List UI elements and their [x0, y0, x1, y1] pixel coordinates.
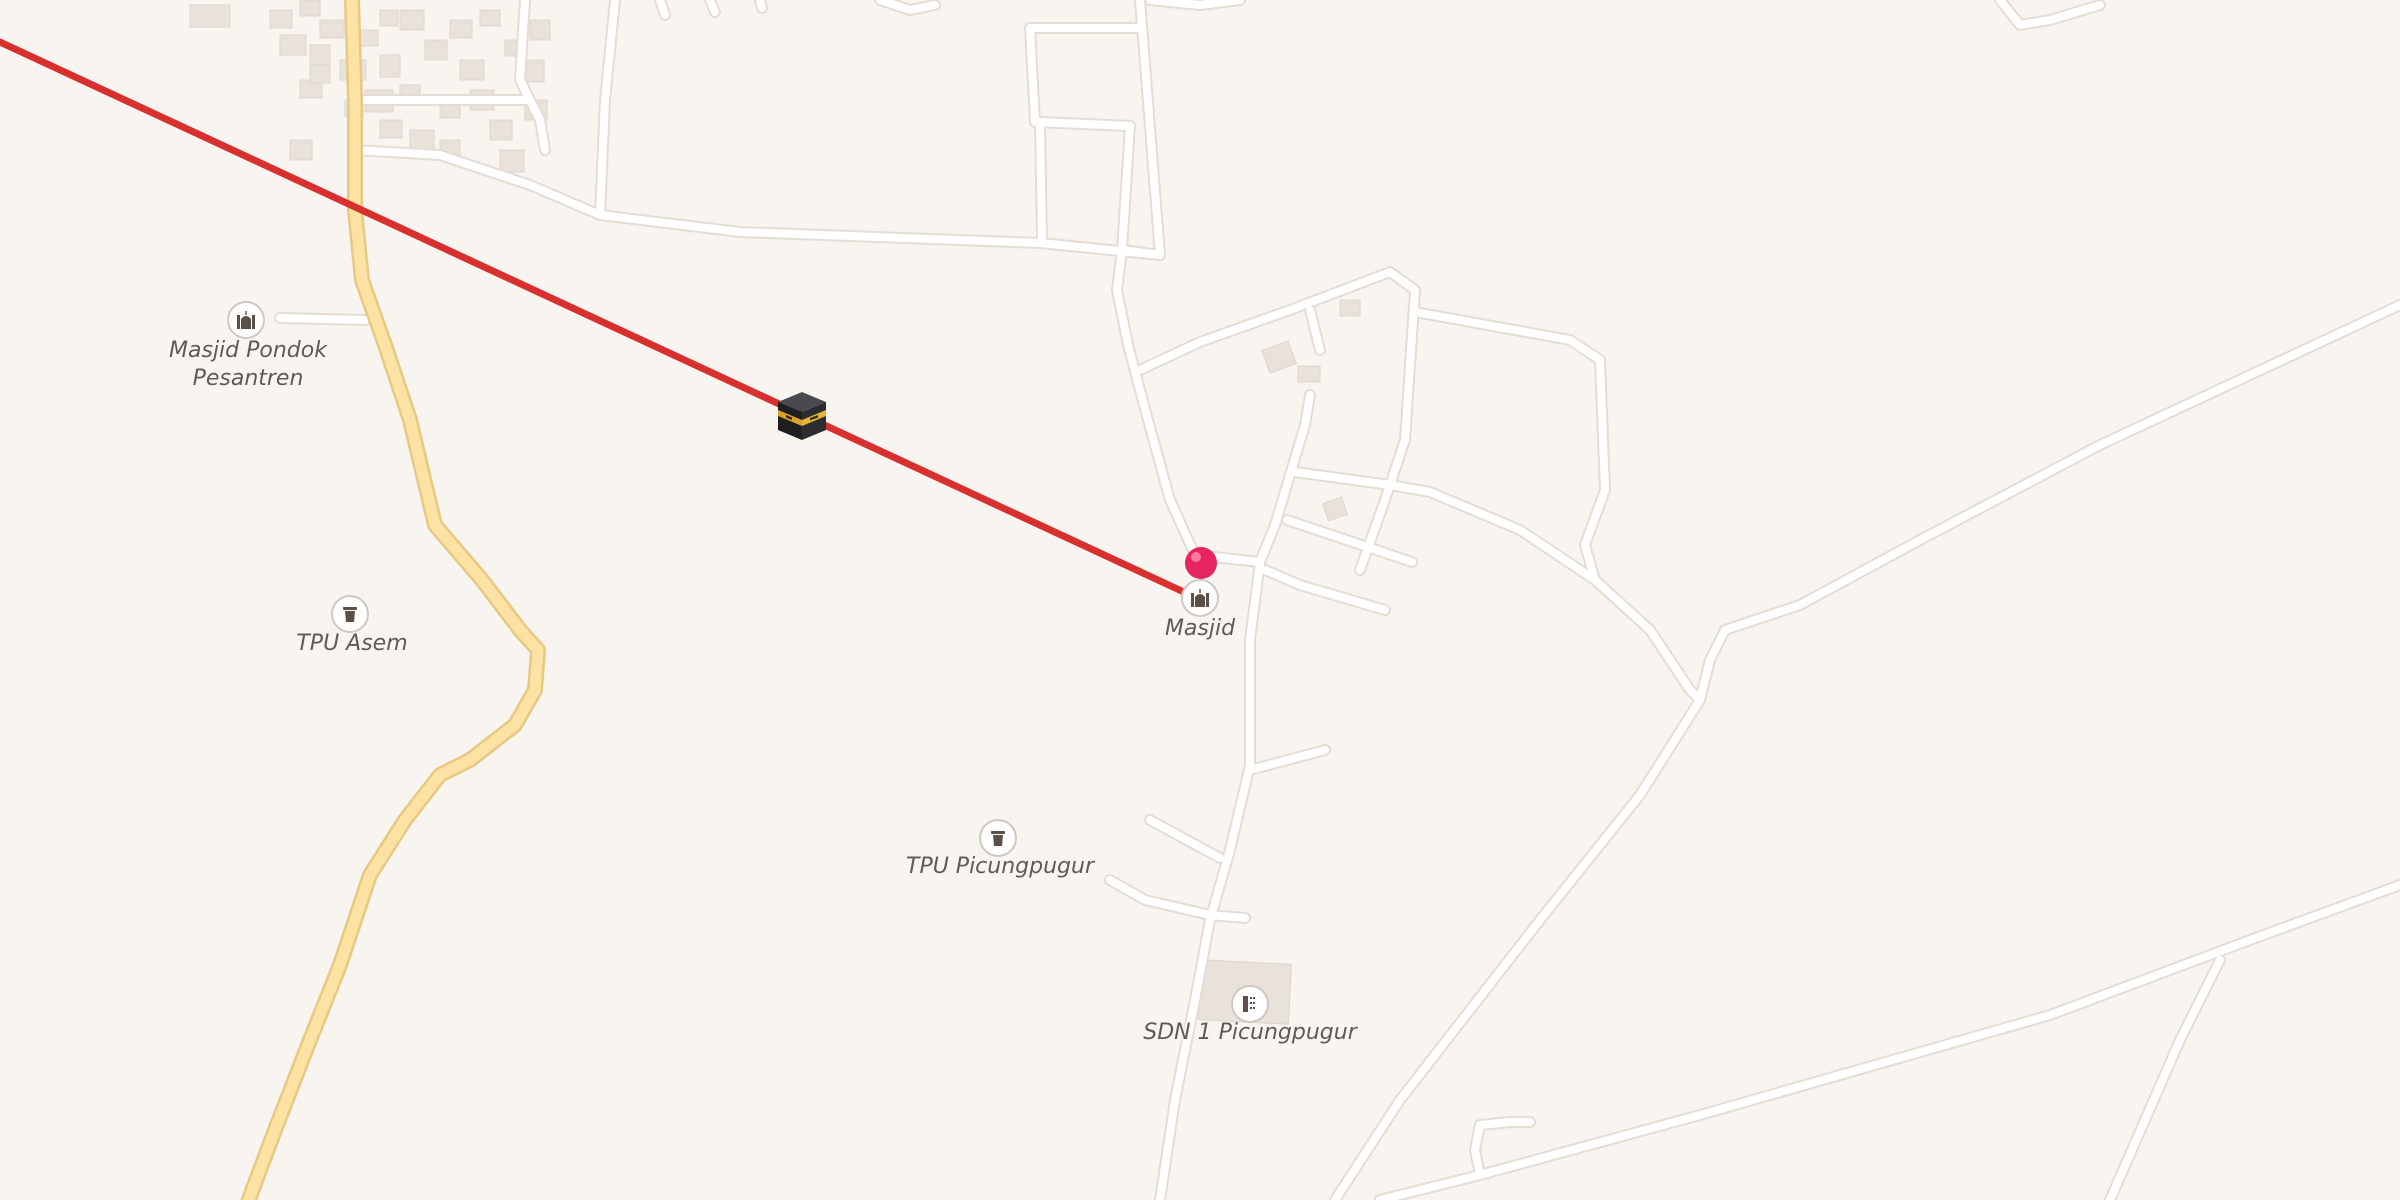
poi-masjid-pondok-name-line2: Pesantren — [192, 366, 304, 391]
poi-tpu-picungpugur-label: TPU Picungpugur — [906, 854, 1094, 879]
poi-sdn1-marker[interactable] — [1231, 985, 1269, 1023]
poi-masjid-pondok-marker[interactable] — [227, 301, 265, 339]
poi-masjid-marker[interactable] — [1181, 579, 1219, 617]
map-canvas[interactable]: Masjid Pondok Pesantren TPU Asem Masjid … — [0, 0, 2400, 1200]
poi-masjid-label: Masjid — [1164, 616, 1236, 641]
poi-masjid-pondok-name-line1: Masjid Pondok — [169, 338, 327, 363]
kaaba-icon — [778, 392, 826, 440]
mosque-icon — [1191, 589, 1209, 607]
poi-tpu-asem-marker[interactable] — [331, 595, 369, 633]
school-icon — [1243, 996, 1255, 1012]
poi-tpu-asem-label: TPU Asem — [296, 631, 408, 656]
poi-masjid-pondok-label: Masjid Pondok Pesantren — [169, 337, 327, 393]
mosque-icon — [237, 311, 255, 329]
kaaba-marker — [774, 388, 830, 444]
cemetery-icon — [343, 607, 357, 622]
poi-tpu-picungpugur-marker[interactable] — [979, 819, 1017, 857]
poi-sdn1-label: SDN 1 Picungpugur — [1143, 1020, 1357, 1045]
cemetery-icon — [991, 831, 1005, 846]
